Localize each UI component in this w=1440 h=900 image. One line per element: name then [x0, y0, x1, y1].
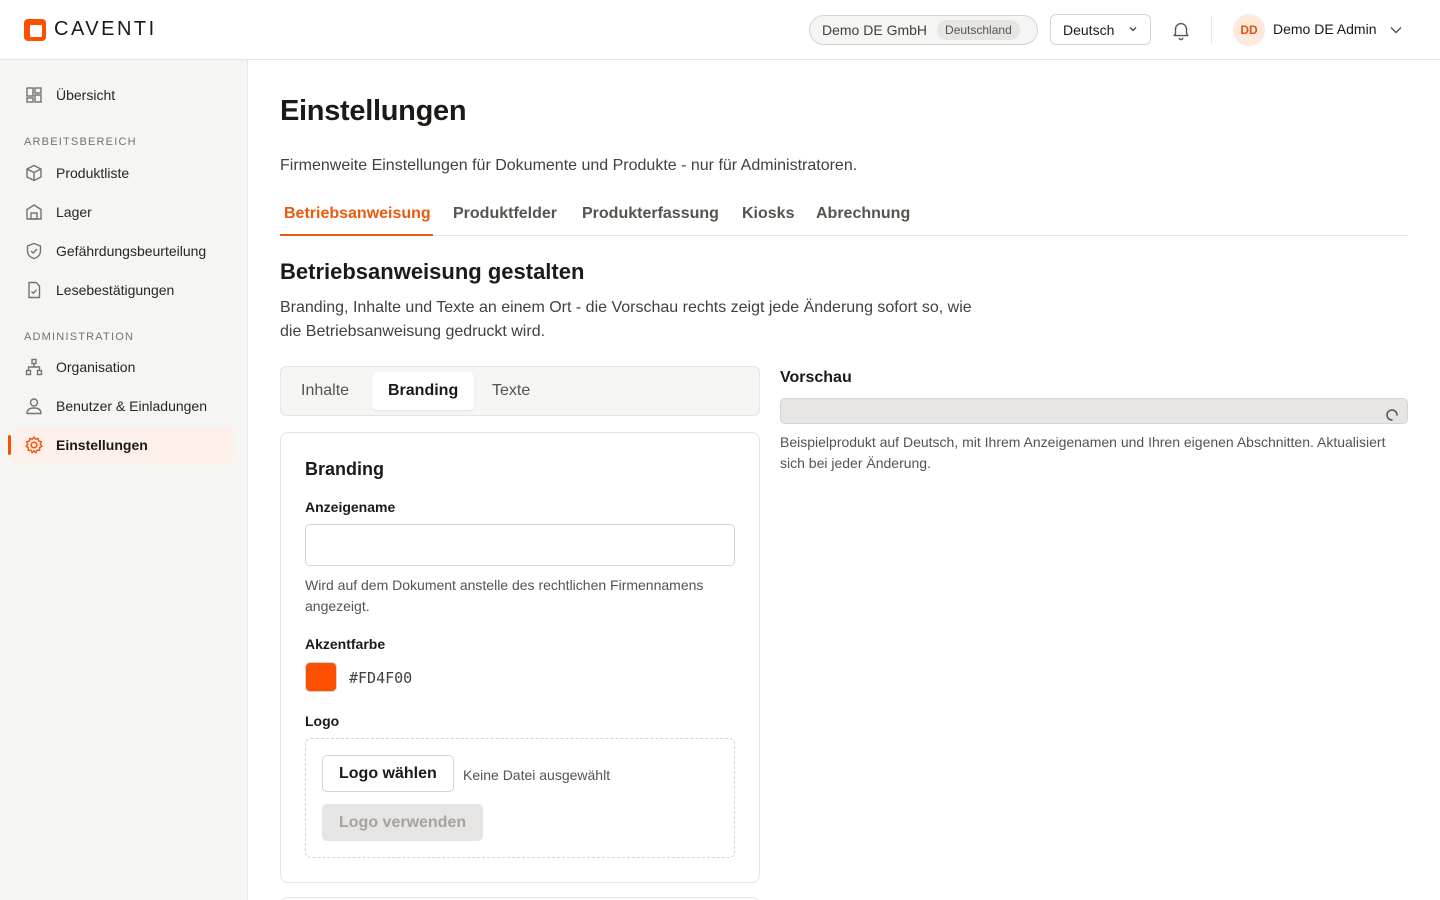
loading-spinner-icon: [1386, 409, 1398, 421]
choose-logo-button[interactable]: Logo wählen: [322, 755, 454, 792]
sidebar-item-warehouse[interactable]: Lager: [12, 194, 234, 230]
accent-color-swatch[interactable]: [305, 662, 337, 692]
org-chart-icon: [25, 358, 43, 376]
sidebar-item-users[interactable]: Benutzer & Einladungen: [12, 388, 234, 424]
sidebar-item-label: Produktliste: [56, 165, 130, 181]
sidebar-item-label: Übersicht: [56, 87, 116, 103]
segment-contents[interactable]: Inhalte: [285, 372, 365, 410]
sidebar-item-label: Organisation: [56, 359, 136, 375]
sidebar-item-settings[interactable]: Einstellungen: [8, 427, 234, 463]
user-name[interactable]: Demo DE Admin: [1273, 21, 1376, 37]
section-label-admin: ADMINISTRATION: [24, 331, 135, 343]
segment-texts[interactable]: Texte: [476, 372, 546, 410]
preview-caption: Beispielprodukt auf Deutsch, mit Ihrem A…: [780, 434, 1386, 471]
sidebar-item-label: Einstellungen: [56, 437, 148, 453]
company-name: Demo DE GmbH: [822, 22, 928, 38]
dashboard-icon: [26, 87, 42, 103]
sidebar-item-label: Benutzer & Einladungen: [56, 398, 207, 414]
logo-upload-zone[interactable]: Logo wählen Keine Datei ausgewählt Logo …: [305, 738, 735, 858]
display-name-label: Anzeigename: [305, 499, 396, 515]
section-label-work: ARBEITSBEREICH: [24, 136, 137, 148]
page-subtitle: Firmenweite Einstellungen für Dokumente …: [280, 157, 858, 174]
settings-tabs: Betriebsanweisung Produktfelder Produkte…: [280, 196, 1408, 236]
warehouse-icon: [26, 204, 42, 220]
tab-operating-instructions[interactable]: Betriebsanweisung: [284, 205, 431, 223]
country-badge: Deutschland: [937, 20, 1020, 40]
use-logo-button[interactable]: Logo verwenden: [322, 804, 484, 841]
section-description: Branding, Inhalte und Texte an einem Ort…: [280, 299, 972, 340]
shield-check-icon: [26, 242, 42, 260]
sidebar-item-label: Lesebestätigungen: [56, 282, 175, 298]
box-icon: [26, 164, 42, 182]
tab-product-capture[interactable]: Produkterfassung: [582, 205, 719, 223]
gear-icon: [25, 436, 43, 454]
language-value: Deutsch: [1063, 21, 1115, 38]
editor-segmented-control: Inhalte Branding Texte: [280, 366, 760, 416]
branding-card-title: Branding: [305, 459, 384, 479]
active-tab-indicator: [280, 234, 433, 236]
document-check-icon: [28, 281, 41, 299]
sidebar-item-label: Gefährdungsbeurteilung: [56, 243, 207, 259]
file-status: Keine Datei ausgewählt: [463, 767, 611, 783]
preview-title: Vorschau: [780, 369, 852, 386]
company-switcher[interactable]: Demo DE GmbH Deutschland: [809, 15, 1038, 45]
preview-frame: [780, 398, 1408, 424]
sidebar-item-label: Lager: [56, 204, 92, 220]
sidebar: Übersicht ARBEITSBEREICH Produktliste La…: [0, 60, 248, 900]
sidebar-item-product-list[interactable]: Produktliste: [12, 155, 234, 191]
logo-mark-icon: [24, 18, 46, 41]
segment-branding[interactable]: Branding: [372, 372, 475, 410]
page-title: Einstellungen: [280, 95, 467, 127]
avatar[interactable]: DD: [1233, 14, 1265, 46]
tab-kiosks[interactable]: Kiosks: [742, 205, 794, 223]
logo-label: Logo: [305, 713, 340, 729]
display-name-help: Wird auf dem Dokument anstelle des recht…: [305, 577, 704, 614]
app-logo[interactable]: CAVENTI: [24, 18, 157, 41]
tab-billing[interactable]: Abrechnung: [816, 205, 910, 223]
branding-card: Branding Anzeigename Wird auf dem Dokume…: [280, 432, 760, 883]
header-divider: [1211, 16, 1212, 44]
display-name-input[interactable]: [305, 524, 735, 566]
logo-text: CAVENTI: [54, 18, 157, 40]
user-menu-chevron-icon[interactable]: [1389, 23, 1403, 37]
top-header: CAVENTI Demo DE GmbH Deutschland Deutsch…: [0, 0, 1440, 60]
sidebar-item-read-confirmations[interactable]: Lesebestätigungen: [12, 272, 234, 308]
bell-icon[interactable]: [1170, 19, 1192, 41]
sidebar-item-organisation[interactable]: Organisation: [12, 349, 234, 385]
chevron-down-icon: [1129, 27, 1137, 32]
accent-color-label: Akzentfarbe: [305, 636, 386, 652]
tab-product-fields[interactable]: Produktfelder: [453, 205, 557, 223]
sidebar-item-risk-assessment[interactable]: Gefährdungsbeurteilung: [12, 233, 234, 269]
sidebar-item-overview[interactable]: Übersicht: [12, 77, 234, 113]
section-title: Betriebsanweisung gestalten: [280, 259, 585, 284]
language-select[interactable]: Deutsch: [1050, 14, 1151, 45]
user-icon: [26, 398, 42, 415]
accent-color-hex[interactable]: #FD4F00: [349, 669, 412, 687]
